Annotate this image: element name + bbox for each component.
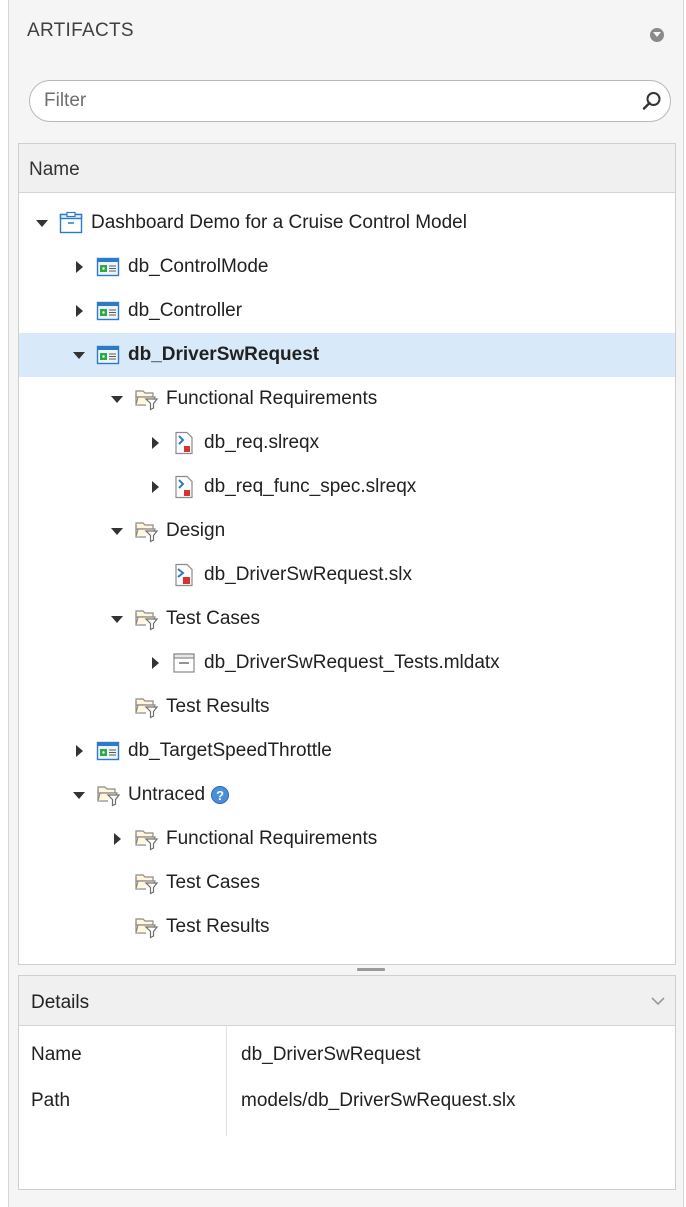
tree-row-label: db_DriverSwRequest_Tests.mldatx [204, 652, 500, 673]
tree-row-model[interactable]: db_ControlMode [19, 245, 675, 289]
tree-row-folder[interactable]: Test Cases [19, 861, 675, 905]
tree-row-label: Test Cases [166, 608, 260, 629]
folder-filter-icon [134, 387, 158, 411]
expand-arrow-icon[interactable] [109, 831, 125, 847]
filter-input[interactable] [44, 87, 624, 115]
tree-row-label: db_req.slreqx [204, 432, 320, 453]
help-icon[interactable]: ? [211, 786, 230, 804]
collapse-arrow-icon[interactable] [109, 611, 125, 627]
tree-row-model[interactable]: db_TargetSpeedThrottle [19, 729, 675, 773]
model-icon [96, 299, 120, 323]
search-icon[interactable] [642, 91, 662, 111]
folder-filter-icon [134, 915, 158, 939]
folder-filter-icon [134, 695, 158, 719]
model-icon [96, 739, 120, 763]
tree-row-file[interactable]: db_DriverSwRequest.slx [19, 553, 675, 597]
details-value: models/db_DriverSwRequest.slx [241, 1090, 516, 1111]
tree-row-label: db_TargetSpeedThrottle [128, 740, 332, 761]
collapse-arrow-icon[interactable] [71, 787, 87, 803]
splitter-handle[interactable] [357, 968, 385, 971]
tree-row-label: Functional Requirements [166, 828, 378, 849]
tree-row-label: db_ControlMode [128, 256, 269, 277]
requirement-file-icon [172, 475, 196, 499]
tree-row-label: Dashboard Demo for a Cruise Control Mode… [91, 212, 467, 233]
filter-field[interactable] [29, 80, 671, 122]
tree-row-project[interactable]: Dashboard Demo for a Cruise Control Mode… [19, 201, 675, 245]
details-header[interactable]: Details [19, 976, 675, 1026]
details-value: db_DriverSwRequest [241, 1044, 421, 1065]
collapse-arrow-icon[interactable] [34, 215, 50, 231]
tree-row-label: Test Cases [166, 872, 260, 893]
tree-row-untraced[interactable]: Untraced ? [19, 773, 675, 817]
test-file-icon [172, 651, 196, 675]
column-header-label: Name [29, 159, 80, 180]
tree-row-folder[interactable]: Design [19, 509, 675, 553]
tree-row-file[interactable]: db_DriverSwRequest_Tests.mldatx [19, 641, 675, 685]
folder-filter-icon [134, 607, 158, 631]
tree-row-folder[interactable]: Test Cases [19, 597, 675, 641]
tree-row-label: Test Results [166, 696, 270, 717]
expand-arrow-icon[interactable] [71, 743, 87, 759]
tree-row-folder[interactable]: Functional Requirements [19, 817, 675, 861]
details-key: Path [31, 1090, 71, 1111]
details-panel: Details Name db_DriverSwRequest Path mod… [18, 975, 676, 1190]
expand-arrow-icon[interactable] [71, 303, 87, 319]
panel-header: ARTIFACTS [9, 0, 685, 64]
tree-row-label: db_Controller [128, 300, 243, 321]
expand-arrow-icon[interactable] [147, 435, 163, 451]
details-row-name: Name db_DriverSwRequest [19, 1030, 675, 1076]
artifacts-tree[interactable]: Name Dashboard Demo for a Cruise Control… [18, 143, 676, 965]
details-key: Name [31, 1044, 82, 1065]
tree-row-label: Test Results [166, 916, 270, 937]
tree-row-label: Design [166, 520, 226, 541]
tree-row-folder[interactable]: Test Results [19, 905, 675, 949]
project-icon [59, 211, 83, 235]
requirement-file-icon [172, 431, 196, 455]
tree-row-label: Untraced [128, 784, 206, 805]
folder-filter-icon [134, 871, 158, 895]
collapse-arrow-icon[interactable] [109, 391, 125, 407]
chevron-down-icon[interactable] [651, 996, 665, 1006]
model-icon [96, 343, 120, 367]
column-header-name[interactable]: Name [19, 144, 675, 193]
folder-filter-icon [134, 827, 158, 851]
artifacts-panel: ARTIFACTS Name Dashboard Demo for a Crui… [8, 0, 684, 1207]
model-icon [96, 255, 120, 279]
tree-row-label: Functional Requirements [166, 388, 378, 409]
tree-row-folder[interactable]: Test Results [19, 685, 675, 729]
panel-title: ARTIFACTS [27, 20, 134, 41]
details-row-path: Path models/db_DriverSwRequest.slx [19, 1076, 675, 1122]
simulink-file-icon [172, 563, 196, 587]
tree-row-file[interactable]: db_req.slreqx [19, 421, 675, 465]
expand-arrow-icon[interactable] [71, 259, 87, 275]
tree-row-folder[interactable]: Functional Requirements [19, 377, 675, 421]
expand-arrow-icon[interactable] [147, 655, 163, 671]
tree-row-label: db_DriverSwRequest.slx [204, 564, 413, 585]
tree-row-model-selected[interactable]: db_DriverSwRequest [19, 333, 675, 377]
details-title: Details [31, 992, 90, 1013]
tree-row-model[interactable]: db_Controller [19, 289, 675, 333]
panel-menu-icon[interactable] [650, 28, 664, 42]
expand-arrow-icon[interactable] [147, 479, 163, 495]
collapse-arrow-icon[interactable] [109, 523, 125, 539]
tree-row-label: db_req_func_spec.slreqx [204, 476, 417, 497]
collapse-arrow-icon[interactable] [71, 347, 87, 363]
tree-row-label: db_DriverSwRequest [128, 344, 320, 365]
tree-row-file[interactable]: db_req_func_spec.slreqx [19, 465, 675, 509]
folder-filter-icon [134, 519, 158, 543]
folder-filter-icon [96, 783, 120, 807]
